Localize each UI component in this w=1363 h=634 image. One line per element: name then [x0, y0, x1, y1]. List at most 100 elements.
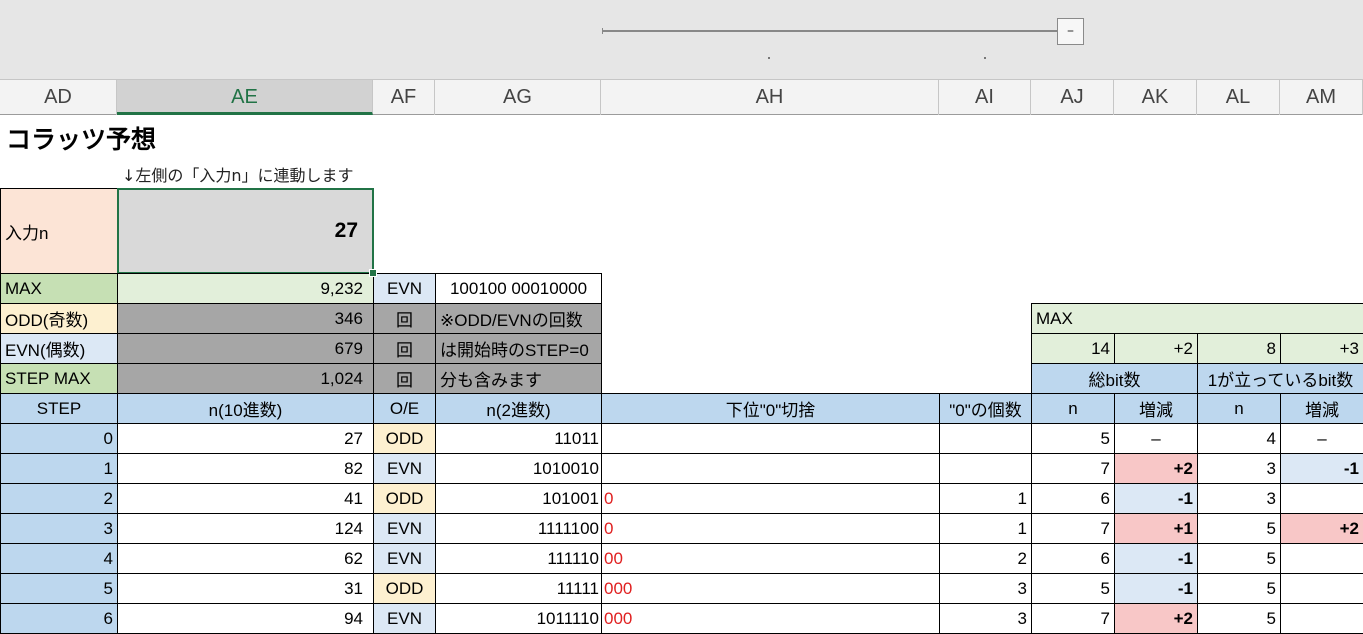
- column-header-ag[interactable]: AG: [435, 80, 601, 115]
- column-header-ae[interactable]: AE: [117, 80, 373, 115]
- column-header-ak[interactable]: AK: [1114, 80, 1197, 115]
- row-ones-diff-cell[interactable]: [1280, 573, 1363, 604]
- row-bit-count-cell[interactable]: 6: [1031, 543, 1115, 574]
- row-oe-cell[interactable]: EVN: [373, 543, 436, 574]
- row-step-cell[interactable]: 5: [0, 573, 118, 604]
- row-trailing-zeros-cell[interactable]: 0: [601, 483, 940, 514]
- column-header-ai[interactable]: AI: [939, 80, 1031, 115]
- row-ones-diff-cell[interactable]: [1280, 603, 1363, 634]
- collapse-group-button[interactable]: –: [1057, 18, 1084, 45]
- row-step-cell[interactable]: 4: [0, 543, 118, 574]
- row-ones-count-cell[interactable]: 5: [1197, 543, 1281, 574]
- row-step-cell[interactable]: 2: [0, 483, 118, 514]
- table-header-7[interactable]: 増減: [1114, 393, 1198, 424]
- row-ones-diff-cell[interactable]: [1280, 483, 1363, 514]
- row-binary-cell[interactable]: 11111: [435, 573, 602, 604]
- evn-unit-cell[interactable]: 回: [373, 333, 436, 364]
- evn-note-cell[interactable]: は開始時のSTEP=0: [435, 333, 602, 364]
- row-bit-count-cell[interactable]: 5: [1031, 423, 1115, 454]
- row-binary-cell[interactable]: 11011: [435, 423, 602, 454]
- row-binary-cell[interactable]: 1011110: [435, 603, 602, 634]
- table-header-5[interactable]: "0"の個数: [939, 393, 1032, 424]
- odd-label-cell[interactable]: ODD(奇数): [0, 303, 118, 334]
- row-bit-diff-cell[interactable]: -1: [1114, 573, 1198, 604]
- row-bit-diff-cell[interactable]: +1: [1114, 513, 1198, 544]
- row-zero-count-cell[interactable]: [939, 423, 1032, 454]
- input-label-cell[interactable]: 入力n: [0, 188, 118, 274]
- row-zero-count-cell[interactable]: 1: [939, 513, 1032, 544]
- column-header-al[interactable]: AL: [1197, 80, 1280, 115]
- bitmax-ones-n-cell[interactable]: 8: [1197, 333, 1281, 364]
- table-header-2[interactable]: O/E: [373, 393, 436, 424]
- stepmax-note-cell[interactable]: 分も含みます: [435, 363, 602, 394]
- bitmax-total-label-cell[interactable]: 総bit数: [1031, 363, 1198, 394]
- odd-unit-cell[interactable]: 回: [373, 303, 436, 334]
- table-header-0[interactable]: STEP: [0, 393, 118, 424]
- row-ones-count-cell[interactable]: 5: [1197, 603, 1281, 634]
- row-step-cell[interactable]: 1: [0, 453, 118, 484]
- row-binary-cell[interactable]: 111110: [435, 543, 602, 574]
- row-trailing-zeros-cell[interactable]: 000: [601, 603, 940, 634]
- row-bit-diff-cell[interactable]: +2: [1114, 453, 1198, 484]
- stepmax-unit-cell[interactable]: 回: [373, 363, 436, 394]
- row-ones-count-cell[interactable]: 5: [1197, 573, 1281, 604]
- stepmax-value-cell[interactable]: 1,024: [117, 363, 374, 394]
- max-value-cell[interactable]: 9,232: [117, 273, 374, 304]
- row-ones-diff-cell[interactable]: +2: [1280, 513, 1363, 544]
- row-ones-count-cell[interactable]: 4: [1197, 423, 1281, 454]
- row-oe-cell[interactable]: ODD: [373, 423, 436, 454]
- row-step-cell[interactable]: 3: [0, 513, 118, 544]
- column-header-aj[interactable]: AJ: [1031, 80, 1114, 115]
- row-binary-cell[interactable]: 101001: [435, 483, 602, 514]
- row-n-decimal-cell[interactable]: 94: [117, 603, 374, 634]
- input-value-cell[interactable]: 27: [117, 188, 374, 274]
- table-header-1[interactable]: n(10進数): [117, 393, 374, 424]
- row-binary-cell[interactable]: 1010010: [435, 453, 602, 484]
- row-n-decimal-cell[interactable]: 82: [117, 453, 374, 484]
- evn-value-cell[interactable]: 679: [117, 333, 374, 364]
- bitmax-label-cell[interactable]: MAX: [1031, 303, 1363, 334]
- row-n-decimal-cell[interactable]: 124: [117, 513, 374, 544]
- column-header-ad[interactable]: AD: [0, 80, 117, 115]
- row-bit-count-cell[interactable]: 7: [1031, 453, 1115, 484]
- odd-note-cell[interactable]: ※ODD/EVNの回数: [435, 303, 602, 334]
- row-oe-cell[interactable]: EVN: [373, 603, 436, 634]
- row-n-decimal-cell[interactable]: 27: [117, 423, 374, 454]
- table-header-8[interactable]: n: [1197, 393, 1281, 424]
- row-zero-count-cell[interactable]: 3: [939, 573, 1032, 604]
- row-oe-cell[interactable]: EVN: [373, 513, 436, 544]
- bitmax-total-diff-cell[interactable]: +2: [1114, 333, 1198, 364]
- row-zero-count-cell[interactable]: [939, 453, 1032, 484]
- column-header-ah[interactable]: AH: [601, 80, 939, 115]
- row-bit-diff-cell[interactable]: -1: [1114, 483, 1198, 514]
- max-binary-cell[interactable]: 100100 00010000: [435, 273, 602, 304]
- table-header-6[interactable]: n: [1031, 393, 1115, 424]
- odd-value-cell[interactable]: 346: [117, 303, 374, 334]
- row-bit-diff-cell[interactable]: –: [1114, 423, 1198, 454]
- evn-label-cell[interactable]: EVN(偶数): [0, 333, 118, 364]
- row-oe-cell[interactable]: EVN: [373, 453, 436, 484]
- bitmax-ones-label-cell[interactable]: 1が立っているbit数: [1197, 363, 1363, 394]
- row-bit-count-cell[interactable]: 7: [1031, 513, 1115, 544]
- row-binary-cell[interactable]: 1111100: [435, 513, 602, 544]
- row-n-decimal-cell[interactable]: 31: [117, 573, 374, 604]
- row-zero-count-cell[interactable]: 2: [939, 543, 1032, 574]
- row-trailing-zeros-cell[interactable]: 00: [601, 543, 940, 574]
- table-header-3[interactable]: n(2進数): [435, 393, 602, 424]
- row-zero-count-cell[interactable]: 1: [939, 483, 1032, 514]
- row-n-decimal-cell[interactable]: 41: [117, 483, 374, 514]
- bitmax-ones-diff-cell[interactable]: +3: [1280, 333, 1363, 364]
- row-oe-cell[interactable]: ODD: [373, 573, 436, 604]
- stepmax-label-cell[interactable]: STEP MAX: [0, 363, 118, 394]
- row-bit-diff-cell[interactable]: -1: [1114, 543, 1198, 574]
- row-step-cell[interactable]: 0: [0, 423, 118, 454]
- row-bit-diff-cell[interactable]: +2: [1114, 603, 1198, 634]
- row-trailing-zeros-cell[interactable]: [601, 453, 940, 484]
- row-trailing-zeros-cell[interactable]: 000: [601, 573, 940, 604]
- row-bit-count-cell[interactable]: 5: [1031, 573, 1115, 604]
- row-bit-count-cell[interactable]: 7: [1031, 603, 1115, 634]
- fill-handle[interactable]: [369, 269, 377, 277]
- row-n-decimal-cell[interactable]: 62: [117, 543, 374, 574]
- column-header-af[interactable]: AF: [373, 80, 435, 115]
- row-trailing-zeros-cell[interactable]: 0: [601, 513, 940, 544]
